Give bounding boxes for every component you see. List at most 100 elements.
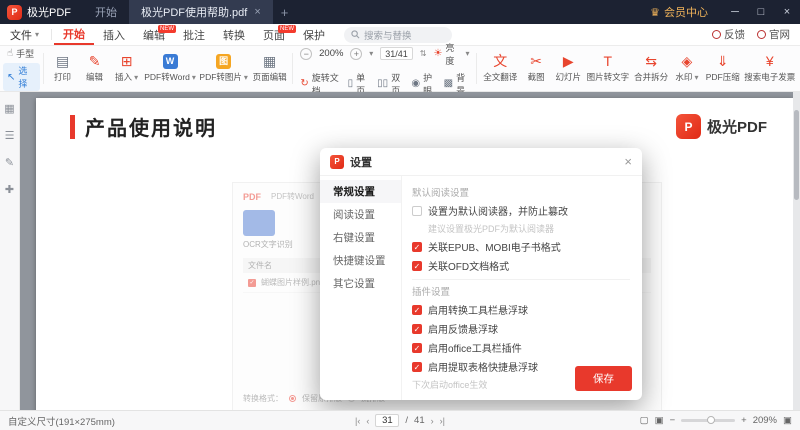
titlebar-tab-document[interactable]: 极光PDF使用帮助.pdf × xyxy=(129,0,273,24)
preview-logo: PDF xyxy=(243,192,261,202)
page-indicator[interactable]: 31/41 xyxy=(380,47,413,60)
checkbox-checked-icon[interactable]: ✓ xyxy=(412,305,422,315)
zoom-slider-thumb[interactable] xyxy=(707,416,715,424)
slideshow-button[interactable]: ▶ 幻灯片 xyxy=(552,48,584,89)
zoom-level[interactable]: 200% xyxy=(319,48,343,59)
zoom-slider[interactable] xyxy=(681,419,735,422)
next-page-button[interactable]: › xyxy=(431,416,434,426)
translate-button[interactable]: 文 全文翻译 xyxy=(480,48,520,89)
menu-tab-page[interactable]: 页面 NEW xyxy=(254,24,294,45)
pdf-to-image-button[interactable]: 图 PDF转图片▾ xyxy=(198,48,250,89)
dialog-content: 默认阅读设置 设置为默认阅读器，并防止篡改 建议设置极光PDF为默认阅读器 ✓ … xyxy=(402,176,642,400)
scrollbar-thumb[interactable] xyxy=(794,110,799,200)
dialog-nav-general[interactable]: 常规设置 xyxy=(320,180,401,203)
screenshot-button[interactable]: ✂ 截图 xyxy=(520,48,552,89)
zoom-in-button[interactable]: + xyxy=(741,415,747,426)
zoom-controls: ▢ ▣ − + 209% ▣ xyxy=(572,415,792,426)
watermark-button[interactable]: ◈ 水印▾ xyxy=(671,48,703,89)
prev-page-button[interactable]: ‹ xyxy=(366,416,369,426)
zoom-percent[interactable]: 209% xyxy=(753,415,777,426)
titlebar: P 极光PDF 开始 极光PDF使用帮助.pdf × + ♛ 会员中心 ─ □ … xyxy=(0,0,800,24)
pdf-to-word-label: PDF转Word▾ xyxy=(144,71,196,83)
page-input[interactable]: 31 xyxy=(375,414,399,427)
pdf-compress-button[interactable]: ⇓ PDF压缩 xyxy=(703,48,743,89)
print-button[interactable]: ▤ 打印 xyxy=(47,48,79,89)
maximize-button[interactable]: □ xyxy=(748,6,774,18)
checkbox-checked-icon: ✓ xyxy=(248,279,256,287)
checkbox-checked-icon[interactable]: ✓ xyxy=(412,324,422,334)
dialog-close-icon[interactable]: × xyxy=(624,154,632,169)
checkbox-unchecked-icon[interactable] xyxy=(412,206,422,216)
tab-close-icon[interactable]: × xyxy=(254,6,260,18)
page-edit-button[interactable]: ▦ 页面编辑 xyxy=(250,48,290,89)
checkbox-checked-icon[interactable]: ✓ xyxy=(412,261,422,271)
chevron-down-icon: ▾ xyxy=(244,73,248,82)
checkbox-ofd[interactable]: ✓ 关联OFD文档格式 xyxy=(412,258,630,273)
checkbox-checked-icon[interactable]: ✓ xyxy=(412,362,422,372)
file-menu[interactable]: 文件 ▾ xyxy=(0,24,49,45)
first-page-button[interactable]: |‹ xyxy=(355,416,360,426)
menu-tab-edit[interactable]: 编辑 NEW xyxy=(134,24,174,45)
website-link[interactable]: 官网 xyxy=(757,27,790,42)
checkbox-default-reader[interactable]: 设置为默认阅读器，并防止篡改 xyxy=(412,203,630,218)
attachment-panel-icon[interactable]: ✚ xyxy=(5,183,14,196)
watermark-icon: ◈ xyxy=(682,54,693,69)
fit-page-icon[interactable]: ▢ xyxy=(640,415,649,426)
new-tab-button[interactable]: + xyxy=(273,5,297,20)
invoice-search-button[interactable]: ¥ 搜索电子发票 xyxy=(743,48,797,89)
dialog-header[interactable]: P 设置 × xyxy=(320,148,642,176)
outline-panel-icon[interactable]: ☰ xyxy=(5,129,15,142)
fit-width-icon[interactable]: ▣ xyxy=(655,415,664,426)
checkbox-checked-icon[interactable]: ✓ xyxy=(412,242,422,252)
insert-button[interactable]: ⊞ 插入▾ xyxy=(111,48,143,89)
menu-tab-protect[interactable]: 保护 xyxy=(294,24,334,45)
minimize-button[interactable]: ─ xyxy=(722,6,748,18)
checkbox-epub-mobi[interactable]: ✓ 关联EPUB、MOBI电子书格式 xyxy=(412,239,630,254)
translate-icon: 文 xyxy=(493,54,507,69)
zoom-out-button[interactable]: − xyxy=(300,48,312,60)
zoom-out-button[interactable]: − xyxy=(670,415,676,426)
chevron-down-icon[interactable]: ▾ xyxy=(369,49,373,58)
checkbox-office-plugin[interactable]: ✓ 启用office工具栏插件 xyxy=(412,340,630,355)
fullscreen-icon[interactable]: ▣ xyxy=(783,415,792,426)
invoice-icon: ¥ xyxy=(766,54,774,69)
dialog-nav-context-menu[interactable]: 右键设置 xyxy=(320,226,401,249)
feedback-icon xyxy=(712,30,721,39)
image-to-text-button[interactable]: T 图片转文字 xyxy=(584,48,631,89)
dialog-nav-shortcuts[interactable]: 快捷键设置 xyxy=(320,249,401,272)
vertical-scrollbar[interactable] xyxy=(793,92,800,410)
pdf-to-word-button[interactable]: W PDF转Word▾ xyxy=(143,48,198,89)
edit-button[interactable]: ✎ 编辑 xyxy=(79,48,111,89)
menu-tab-convert[interactable]: 转换 xyxy=(214,24,254,45)
checkbox-feedback-floatball[interactable]: ✓ 启用反馈悬浮球 xyxy=(412,321,630,336)
thumbnails-panel-icon[interactable]: ▦ xyxy=(4,102,14,115)
hand-mode-button[interactable]: ☝ 手型 xyxy=(3,46,40,61)
zoom-in-button[interactable]: + xyxy=(350,48,362,60)
close-button[interactable]: × xyxy=(774,6,800,18)
last-page-button[interactable]: ›| xyxy=(440,416,445,426)
merge-split-icon: ⇆ xyxy=(645,54,657,69)
document-area: 产品使用说明 P 极光PDF PDF PDF转Word Word转PDF PDF… xyxy=(20,92,800,410)
brightness-button[interactable]: ☀ 亮度 ▾ xyxy=(433,41,469,67)
dialog-nav-other[interactable]: 其它设置 xyxy=(320,272,401,295)
vip-center-button[interactable]: ♛ 会员中心 xyxy=(650,4,708,20)
page-navigation: |‹ ‹ 31 / 41 › ›| xyxy=(228,414,572,427)
settings-dialog: P 设置 × 常规设置 阅读设置 右键设置 快捷键设置 其它设置 默认阅读设置 xyxy=(320,148,642,400)
feedback-link[interactable]: 反馈 xyxy=(712,27,745,42)
select-mode-button[interactable]: ↖ 选择 xyxy=(3,63,40,91)
menu-tab-annotate[interactable]: 批注 xyxy=(174,24,214,45)
dialog-body: 常规设置 阅读设置 右键设置 快捷键设置 其它设置 默认阅读设置 设置为默认阅读… xyxy=(320,176,642,400)
titlebar-tab-home[interactable]: 开始 xyxy=(83,0,129,24)
dialog-nav-reading[interactable]: 阅读设置 xyxy=(320,203,401,226)
menu-tab-home[interactable]: 开始 xyxy=(54,24,94,45)
save-button[interactable]: 保存 xyxy=(575,366,632,391)
annotation-panel-icon[interactable]: ✎ xyxy=(5,156,14,169)
preview-tool-tile xyxy=(243,210,275,236)
page-spinner-icon[interactable]: ⇅ xyxy=(420,49,427,58)
cursor-icon: ↖ xyxy=(7,72,15,83)
scissors-icon: ✂ xyxy=(530,54,542,69)
merge-split-button[interactable]: ⇆ 合并拆分 xyxy=(631,48,671,89)
checkbox-checked-icon[interactable]: ✓ xyxy=(412,343,422,353)
menu-tab-insert[interactable]: 插入 xyxy=(94,24,134,45)
checkbox-convert-floatball[interactable]: ✓ 启用转换工具栏悬浮球 xyxy=(412,302,630,317)
